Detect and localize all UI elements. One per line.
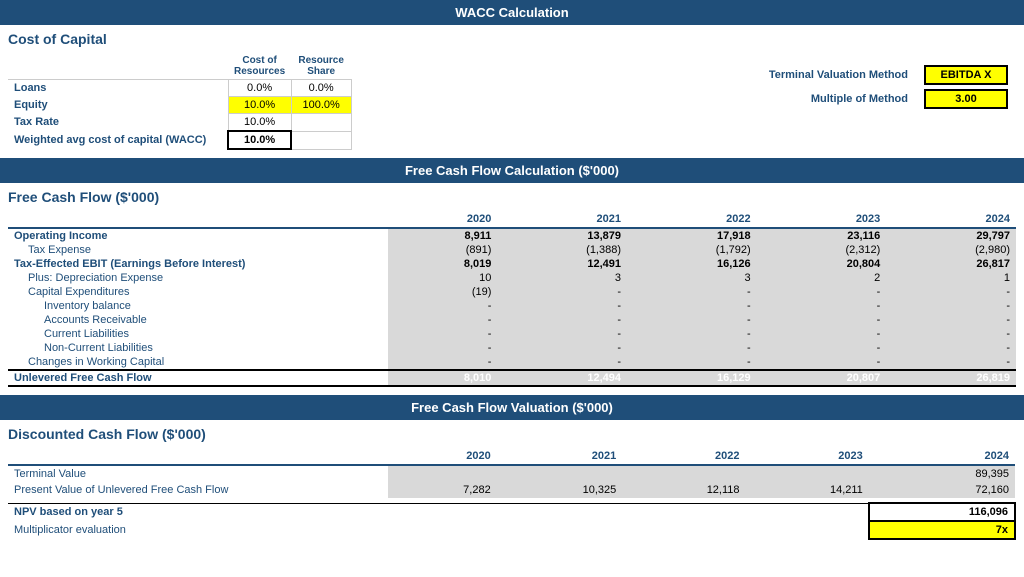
wacc-col-cost: Cost ofResources: [228, 53, 291, 80]
table-row: Plus: Depreciation Expense 10 3 3 2 1: [8, 271, 1016, 285]
dcf-year-2020: 2020: [388, 448, 497, 465]
dcf-year-2021: 2021: [497, 448, 623, 465]
table-row-mult: Multiplicator evaluation 7x: [8, 521, 1015, 539]
wacc-section: Cost of Capital Cost ofResources Resourc…: [0, 25, 1024, 158]
table-row: Present Value of Unlevered Free Cash Flo…: [8, 482, 1015, 498]
wacc-row-equity: Equity 10.0% 100.0%: [8, 97, 351, 114]
terminal-method-value[interactable]: EBITDA X: [924, 65, 1008, 85]
fcf-title: Free Cash Flow ($'000): [0, 183, 1024, 207]
dcf-table: 2020 2021 2022 2023 2024 Terminal Value …: [8, 448, 1016, 540]
terminal-table: Terminal Valuation Method EBITDA X Multi…: [761, 63, 1016, 111]
fcf-label-header: [8, 211, 388, 228]
wacc-row-tax: Tax Rate 10.0%: [8, 114, 351, 132]
fcf-year-2023: 2023: [757, 211, 887, 228]
table-row: Accounts Receivable - - - - -: [8, 313, 1016, 327]
table-row: Non-Current Liabilities - - - - -: [8, 341, 1016, 355]
dcf-section: Discounted Cash Flow ($'000) 2020 2021 2…: [0, 420, 1024, 548]
fcf-year-2020: 2020: [388, 211, 497, 228]
wacc-row-loans: Loans 0.0% 0.0%: [8, 80, 351, 97]
multiple-method-value[interactable]: 3.00: [924, 89, 1008, 109]
dcf-year-2023: 2023: [746, 448, 869, 465]
main-header: WACC Calculation: [0, 0, 1024, 25]
fcf-year-2024: 2024: [886, 211, 1016, 228]
table-row: Inventory balance - - - - -: [8, 299, 1016, 313]
fcf-table: 2020 2021 2022 2023 2024 Operating Incom…: [8, 211, 1016, 387]
dcf-year-2024: 2024: [869, 448, 1015, 465]
dcf-label-header: [8, 448, 388, 465]
dcf-header: Free Cash Flow Valuation ($'000): [0, 395, 1024, 420]
table-row: Operating Income 8,911 13,879 17,918 23,…: [8, 228, 1016, 243]
table-row: Capital Expenditures (19) - - - -: [8, 285, 1016, 299]
fcf-header: Free Cash Flow Calculation ($'000): [0, 158, 1024, 183]
table-row: Tax-Effected EBIT (Earnings Before Inter…: [8, 257, 1016, 271]
fcf-header-title: Free Cash Flow Calculation ($'000): [405, 163, 619, 178]
main-title: WACC Calculation: [455, 5, 568, 20]
wacc-col-label: [8, 53, 228, 80]
wacc-col-share: ResourceShare: [291, 53, 351, 80]
dcf-title: Discounted Cash Flow ($'000): [0, 420, 1024, 444]
wacc-row-wacc: Weighted avg cost of capital (WACC) 10.0…: [8, 131, 351, 149]
terminal-method-row: Terminal Valuation Method EBITDA X: [761, 63, 1016, 87]
wacc-title: Cost of Capital: [0, 25, 1024, 49]
dcf-header-title: Free Cash Flow Valuation ($'000): [411, 400, 613, 415]
table-row-total: Unlevered Free Cash Flow 8,010 12,494 16…: [8, 370, 1016, 386]
dcf-year-2022: 2022: [622, 448, 745, 465]
fcf-year-2022: 2022: [627, 211, 757, 228]
table-row: Tax Expense (891) (1,388) (1,792) (2,312…: [8, 243, 1016, 257]
wacc-table: Cost ofResources ResourceShare Loans 0.0…: [8, 53, 352, 150]
fcf-section: Free Cash Flow ($'000) 2020 2021 2022 20…: [0, 183, 1024, 395]
fcf-year-2021: 2021: [497, 211, 627, 228]
table-row: Changes in Working Capital - - - - -: [8, 355, 1016, 370]
multiple-method-row: Multiple of Method 3.00: [761, 87, 1016, 111]
table-row: Terminal Value 89,395: [8, 465, 1015, 482]
table-row: Current Liabilities - - - - -: [8, 327, 1016, 341]
table-row-npv: NPV based on year 5 116,096: [8, 503, 1015, 521]
